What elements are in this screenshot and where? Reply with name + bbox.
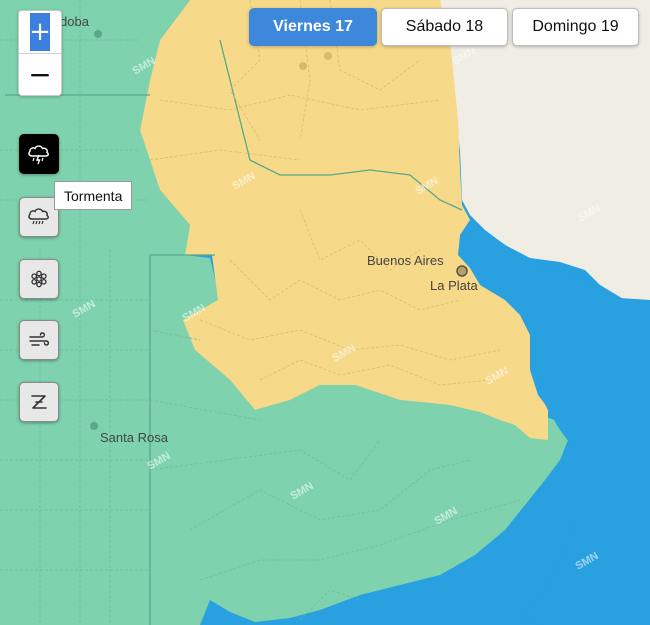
day-tabs: Viernes 17 Sábado 18 Domingo 19	[249, 8, 639, 46]
zonda-layer-button[interactable]	[19, 382, 59, 422]
zoom-control: + −	[18, 10, 62, 96]
rain-layer-button[interactable]	[19, 197, 59, 237]
zonda-icon	[31, 395, 47, 409]
city-label-buenos-aires: Buenos Aires	[367, 253, 444, 268]
snow-icon	[31, 270, 47, 288]
wind-icon	[29, 332, 50, 346]
rain-icon	[28, 208, 49, 225]
city-label-cordoba: doba	[60, 14, 90, 29]
zoom-out-button[interactable]: −	[19, 53, 61, 95]
zoom-in-button[interactable]: +	[19, 11, 61, 53]
tab-domingo[interactable]: Domingo 19	[512, 8, 639, 46]
tab-viernes[interactable]: Viernes 17	[249, 8, 377, 46]
wind-layer-button[interactable]	[19, 320, 59, 360]
city-label-santa-rosa: Santa Rosa	[100, 430, 169, 445]
snow-layer-button[interactable]	[19, 259, 59, 299]
thunderstorm-layer-button[interactable]	[19, 134, 59, 174]
alert-map[interactable]: doba Buenos Aires La Plata Santa Rosa SM…	[0, 0, 650, 625]
city-label-la-plata: La Plata	[430, 278, 478, 293]
zoom-out-label: −	[28, 58, 52, 91]
layer-tooltip: Tormenta	[54, 181, 133, 210]
thunderstorm-icon	[28, 145, 49, 165]
tab-sabado[interactable]: Sábado 18	[381, 8, 508, 46]
zoom-in-label: +	[29, 13, 51, 51]
